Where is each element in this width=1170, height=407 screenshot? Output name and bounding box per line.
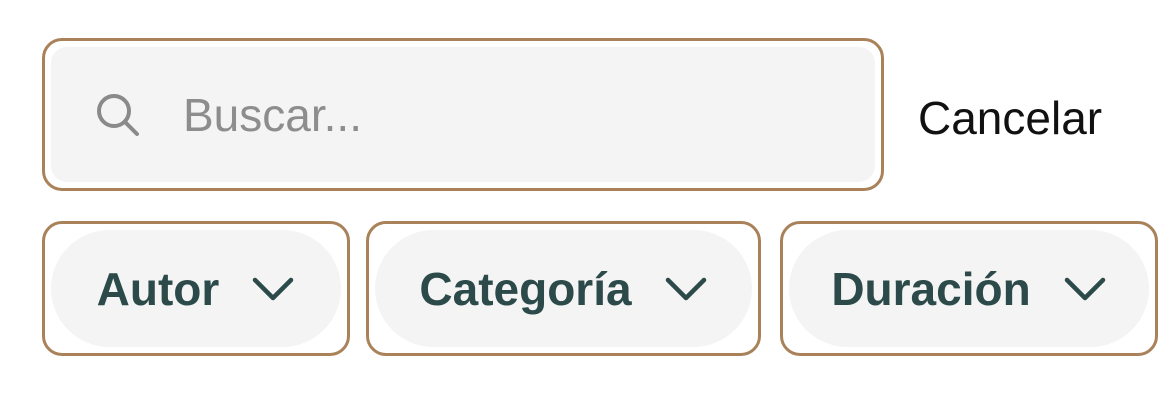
search-box[interactable]	[42, 38, 884, 191]
filter-chip-categoria[interactable]: Categoría	[366, 221, 761, 356]
chevron-down-icon	[664, 276, 708, 302]
filter-chip-body[interactable]: Categoría	[375, 230, 752, 347]
filter-chip-label: Categoría	[419, 262, 632, 315]
filter-chip-autor[interactable]: Autor	[42, 221, 350, 356]
filter-chip-label: Duración	[831, 262, 1031, 315]
search-field[interactable]	[51, 47, 875, 182]
chevron-down-icon	[251, 276, 295, 302]
search-filter-screen: Cancelar Autor Categoría Duración	[0, 0, 1170, 407]
cancel-button[interactable]: Cancelar	[918, 90, 1102, 146]
filter-chip-label: Autor	[96, 262, 220, 315]
chevron-down-icon	[1063, 276, 1107, 302]
search-icon	[93, 90, 143, 140]
search-input[interactable]	[183, 87, 783, 142]
filter-chip-body[interactable]: Autor	[51, 230, 341, 347]
filter-chip-body[interactable]: Duración	[789, 230, 1149, 347]
filter-chip-duracion[interactable]: Duración	[780, 221, 1158, 356]
